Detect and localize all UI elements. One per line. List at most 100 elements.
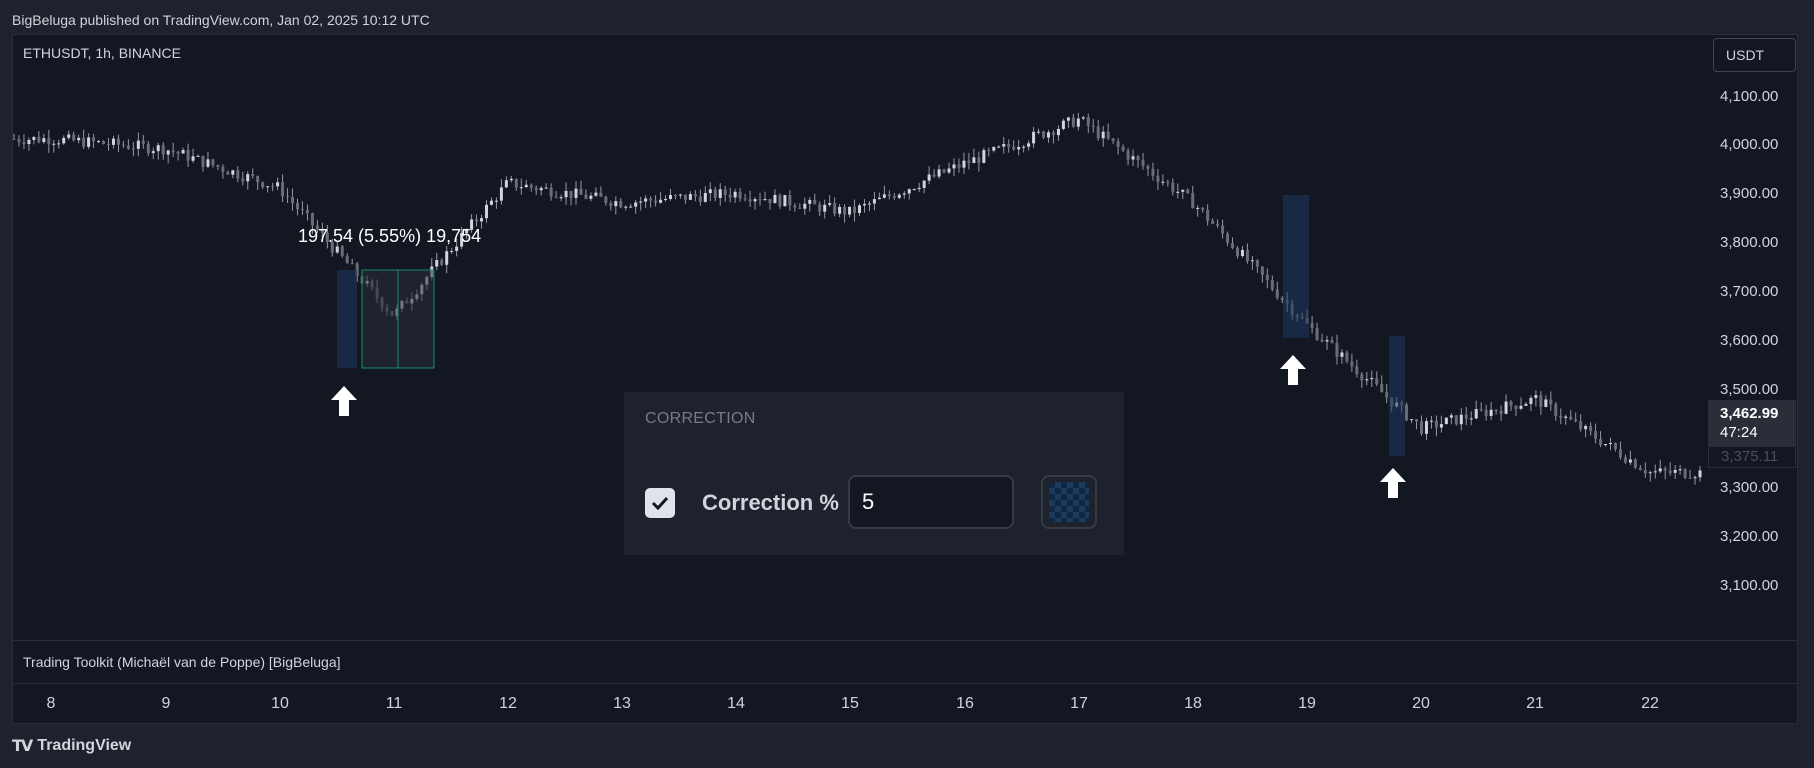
candle-body — [1355, 366, 1359, 375]
candle-body — [967, 160, 971, 164]
candle-body — [37, 136, 41, 143]
time-tick-label: 14 — [727, 695, 745, 712]
candle-body — [629, 206, 633, 208]
candle-body — [833, 203, 837, 214]
candle-body — [649, 198, 653, 201]
candle-body — [678, 194, 682, 196]
correction-checkbox[interactable] — [645, 488, 675, 518]
candle-body — [659, 199, 663, 203]
candle-body — [927, 174, 931, 181]
candle-body — [440, 260, 444, 265]
candle-body — [962, 160, 966, 168]
candle-body — [1056, 128, 1060, 136]
candle-body — [1275, 289, 1279, 298]
candle-body — [1653, 471, 1657, 473]
candle-body — [972, 157, 976, 164]
candle-body — [146, 143, 150, 154]
time-tick-label: 17 — [1070, 695, 1088, 712]
candle-body — [664, 198, 668, 200]
candle-body — [798, 207, 802, 209]
candle-body — [489, 200, 493, 205]
candle-body — [1235, 247, 1239, 257]
candle-body — [1066, 117, 1070, 121]
candle-body — [1474, 409, 1478, 419]
candle-body — [634, 202, 638, 207]
candle-body — [952, 164, 956, 169]
candle-body — [1151, 168, 1155, 176]
candle-body — [569, 190, 573, 198]
candle-body — [1002, 144, 1006, 147]
candle-body — [1509, 401, 1513, 406]
candle-body — [937, 169, 941, 177]
candle-body — [1489, 409, 1493, 416]
candle-body — [957, 164, 961, 168]
candle-body — [882, 194, 886, 198]
candle-body — [1012, 146, 1016, 150]
candle-body — [350, 263, 354, 265]
indicator-row[interactable]: Trading Toolkit (Michaël van de Poppe) [… — [12, 640, 1798, 684]
candle-body — [1265, 274, 1269, 281]
arrow-up-icon — [1380, 468, 1406, 498]
color-swatch-icon — [1049, 482, 1089, 522]
candle-body — [445, 251, 449, 265]
candle-body — [216, 165, 220, 167]
candle-body — [997, 146, 1001, 148]
candle-body — [673, 195, 677, 197]
candle-body — [584, 194, 588, 199]
time-tick-label: 15 — [841, 695, 859, 712]
candle-body — [1633, 459, 1637, 468]
candle-body — [1673, 469, 1677, 473]
candle-body — [703, 193, 707, 202]
candle-body — [121, 144, 125, 146]
candle-body — [1504, 401, 1508, 414]
candle-body — [1196, 207, 1200, 209]
candle-body — [106, 143, 110, 145]
candle-body — [435, 260, 439, 267]
color-picker-button[interactable] — [1041, 475, 1097, 529]
candle-body — [1604, 444, 1608, 446]
candle-body — [1161, 181, 1165, 183]
candle-body — [1494, 409, 1498, 411]
candle-body — [1484, 409, 1488, 416]
candle-body — [102, 141, 106, 144]
tradingview-icon: 𝗧𝗩 — [12, 738, 33, 755]
candle-body — [1136, 156, 1140, 161]
candle-body — [32, 136, 36, 140]
candle-body — [1037, 131, 1041, 133]
candle-body — [872, 199, 876, 204]
candle-body — [1121, 146, 1125, 151]
candle-body — [693, 194, 697, 197]
candle-body — [1310, 323, 1314, 328]
candle-body — [305, 210, 309, 214]
candle-body — [758, 199, 762, 201]
candle-body — [161, 145, 165, 155]
time-tick-label: 8 — [46, 695, 56, 712]
candle-body — [1549, 399, 1553, 405]
candle-body — [271, 186, 275, 188]
time-tick-label: 9 — [161, 695, 171, 712]
candle-body — [599, 192, 603, 197]
candle-body — [42, 138, 46, 143]
section-title: CORRECTION — [645, 410, 756, 427]
candle-body — [1524, 403, 1528, 406]
candle-body — [261, 182, 265, 188]
candle-body — [1245, 249, 1249, 262]
correction-value-input[interactable]: 5 — [848, 475, 1014, 529]
time-tick-label: 10 — [271, 695, 289, 712]
candle-body — [82, 137, 86, 147]
candle-body — [644, 198, 648, 202]
candle-body — [1176, 191, 1180, 193]
candle-body — [1071, 117, 1075, 127]
candle-body — [1683, 469, 1687, 478]
candle-body — [858, 205, 861, 213]
candle-body — [574, 188, 578, 198]
candle-body — [1156, 175, 1160, 182]
candle-body — [977, 157, 981, 163]
candle-body — [892, 196, 896, 198]
currency-button[interactable]: USDT — [1713, 38, 1796, 72]
candle-body — [1240, 249, 1244, 257]
candle-body — [1171, 182, 1175, 192]
candle-body — [1181, 189, 1185, 192]
candle-body — [1539, 395, 1543, 407]
arrow-up-icon — [331, 386, 357, 416]
